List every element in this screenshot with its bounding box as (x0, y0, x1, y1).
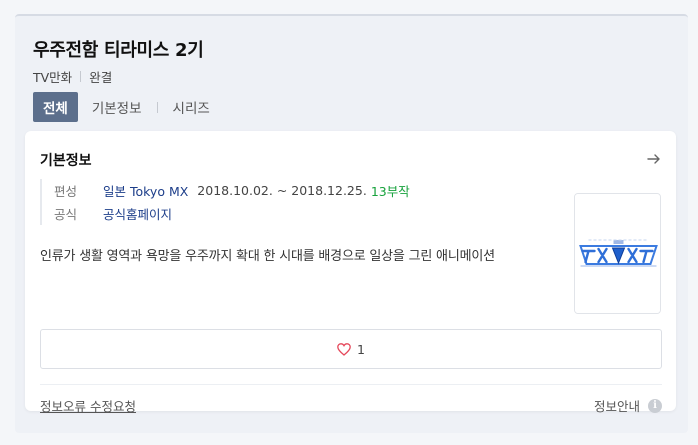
poster-logo-icon (575, 194, 660, 313)
heart-icon (337, 342, 351, 356)
broadcast-row: 편성 일본 Tokyo MX 2018.10.02. ~ 2018.12.25.… (54, 179, 410, 202)
info-rows: 편성 일본 Tokyo MX 2018.10.02. ~ 2018.12.25.… (40, 179, 410, 225)
tab-all[interactable]: 전체 (33, 92, 78, 122)
content-panel: 우주전함 티라미스 2기 TV만화 완결 전체 기본정보 시리즈 기본정보 편성… (15, 14, 688, 433)
official-row: 공식 공식홈페이지 (54, 202, 410, 225)
info-icon: i (648, 398, 662, 413)
meta-divider (80, 71, 82, 82)
title-meta: TV만화 완결 (33, 67, 112, 86)
tab-series[interactable]: 시리즈 (173, 97, 210, 117)
meta-status: 완결 (89, 70, 113, 85)
like-button[interactable]: 1 (40, 329, 662, 369)
basic-info-card: 기본정보 편성 일본 Tokyo MX 2018.10.02. ~ 2018.1… (25, 131, 676, 414)
broadcast-label: 편성 (54, 184, 78, 199)
like-count: 1 (357, 341, 365, 357)
poster-image[interactable] (574, 193, 661, 314)
card-title: 기본정보 (40, 153, 92, 169)
tab-divider (156, 101, 158, 113)
official-label: 공식 (54, 207, 78, 222)
arrow-right-icon[interactable] (646, 151, 662, 167)
broadcast-channel-link[interactable]: 일본 Tokyo MX (103, 181, 188, 200)
episode-count: 13부작 (370, 184, 410, 199)
tab-basic-info[interactable]: 기본정보 (92, 97, 142, 117)
report-error-link[interactable]: 정보오류 수정요청 (40, 396, 136, 415)
tab-bar: 전체 기본정보 시리즈 (33, 92, 210, 122)
description: 인류가 생활 영역과 욕망을 우주까지 확대 한 시대를 배경으로 일상을 그린… (40, 249, 495, 264)
divider (40, 384, 662, 385)
page-title: 우주전함 티라미스 2기 (33, 40, 204, 61)
official-homepage-link[interactable]: 공식홈페이지 (103, 204, 172, 223)
broadcast-dates: 2018.10.02. ~ 2018.12.25. (197, 183, 367, 198)
info-guide[interactable]: 정보안내 i (594, 396, 662, 415)
info-guide-label: 정보안내 (593, 399, 640, 414)
meta-genre: TV만화 (33, 70, 73, 85)
